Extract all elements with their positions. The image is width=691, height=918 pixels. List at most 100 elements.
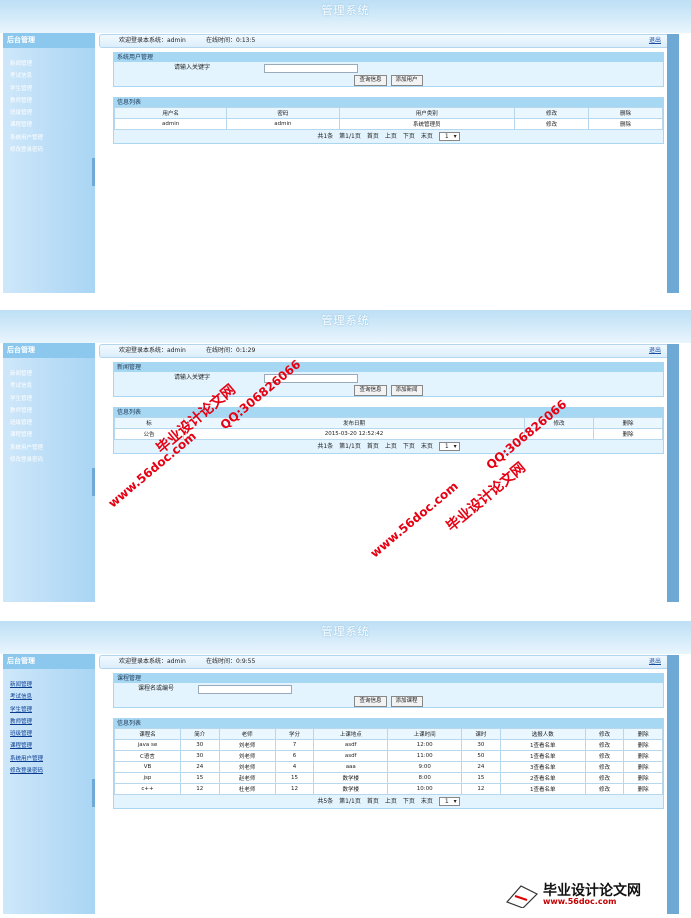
query-button[interactable]: 查询信息 [354, 696, 387, 707]
sidebar-item-news[interactable]: 新闻管理 [3, 368, 95, 380]
delete-link[interactable]: 删除 [623, 750, 663, 762]
delete-link[interactable]: 删除 [623, 761, 663, 773]
view-list-link[interactable]: 1查看名单 [499, 750, 586, 762]
edit-link[interactable]: 修改 [584, 739, 625, 751]
sidebar-item-news[interactable]: 新闻管理 [3, 679, 95, 691]
column-header: 删除 [588, 107, 663, 119]
sidebar-item-classes[interactable]: 班级管理 [3, 107, 95, 119]
table-cell: 杜老师 [218, 783, 276, 795]
sidebar-item-courses[interactable]: 课程管理 [3, 429, 95, 441]
add-button[interactable]: 添加用户 [390, 75, 423, 86]
query-button[interactable]: 查询信息 [354, 385, 387, 396]
right-scrollbar[interactable] [667, 34, 679, 293]
add-button[interactable]: 添加课程 [390, 696, 423, 707]
view-list-link[interactable]: 1查看名单 [499, 739, 586, 751]
sidebar-item-classes[interactable]: 班级管理 [3, 728, 95, 740]
welcome-text: 欢迎登录本系统：admin [119, 37, 186, 44]
table-cell: 10:00 [387, 783, 463, 795]
pager-prev-link[interactable]: 上页 [385, 443, 397, 450]
sidebar-item-teachers[interactable]: 教师管理 [3, 95, 95, 107]
edit-link[interactable]: 修改 [584, 772, 625, 784]
search-input[interactable] [264, 64, 358, 73]
sidebar-item-password[interactable]: 修改登录密码 [3, 144, 95, 156]
pager-next-link[interactable]: 下页 [403, 133, 415, 140]
logout-link[interactable]: 退出 [649, 35, 661, 47]
table-cell: 30 [179, 750, 220, 762]
table-cell: 刘老师 [218, 761, 276, 773]
table-cell: 12 [179, 783, 220, 795]
search-label: 请输入关键字 [174, 64, 211, 71]
edit-link[interactable]: 修改 [584, 750, 625, 762]
sidebar-item-courses[interactable]: 课程管理 [3, 740, 95, 752]
sidebar-item-students[interactable]: 学生管理 [3, 393, 95, 405]
sidebar-collapse-handle[interactable] [92, 158, 95, 186]
page-select[interactable]: 1 ▾ [438, 132, 460, 141]
sidebar-item-courses[interactable]: 课程管理 [3, 119, 95, 131]
data-table: 课程名 简介 老师 学分 上课地点 上课时间 课时 选报人数 修改 删除 java se 30 刘老师… [114, 728, 663, 795]
table-cell: C语言 [114, 750, 181, 762]
sidebar-item-sysusers[interactable]: 系统用户管理 [3, 442, 95, 454]
pager-first-link[interactable]: 首页 [367, 443, 379, 450]
column-header: 学分 [274, 728, 315, 740]
sidebar-item-exam[interactable]: 考试信息 [3, 380, 95, 392]
sidebar-item-students[interactable]: 学生管理 [3, 704, 95, 716]
edit-link[interactable]: 修改 [584, 783, 625, 795]
pager-last-link[interactable]: 末页 [421, 443, 433, 450]
table-row: c++ 12 杜老师 12 数学楼 10:00 12 1查看名单 修改 删除 [114, 783, 663, 795]
delete-link[interactable]: 删除 [588, 118, 663, 130]
page-select[interactable]: 1 ▾ [438, 442, 460, 451]
table-cell: 8:00 [387, 772, 463, 784]
pager-next-link[interactable]: 下页 [403, 798, 415, 805]
column-header: 密码 [226, 107, 340, 119]
sidebar-item-exam[interactable]: 考试信息 [3, 70, 95, 82]
pager-page: 第1/1页 [339, 443, 361, 450]
screen-course-management: 管理系统 后台管理 新闻管理 考试信息 学生管理 教师管理 班级管理 课程管理 … [0, 621, 691, 914]
sidebar-item-classes[interactable]: 班级管理 [3, 417, 95, 429]
sidebar-item-students[interactable]: 学生管理 [3, 83, 95, 95]
edit-link[interactable]: 修改 [514, 118, 590, 130]
sidebar-item-exam[interactable]: 考试信息 [3, 691, 95, 703]
pager-first-link[interactable]: 首页 [367, 133, 379, 140]
logout-link[interactable]: 退出 [649, 656, 661, 668]
query-button[interactable]: 查询信息 [354, 75, 387, 86]
view-list-link[interactable]: 1查看名单 [499, 783, 586, 795]
view-list-link[interactable]: 2查看名单 [499, 772, 586, 784]
sidebar-item-sysusers[interactable]: 系统用户管理 [3, 753, 95, 765]
sidebar-item-password[interactable]: 修改登录密码 [3, 765, 95, 777]
edit-link[interactable]: 修改 [584, 761, 625, 773]
sidebar-item-teachers[interactable]: 教师管理 [3, 405, 95, 417]
sidebar-item-news[interactable]: 新闻管理 [3, 58, 95, 70]
pager-prev-link[interactable]: 上页 [385, 133, 397, 140]
pager-total: 共1条 [317, 133, 334, 140]
table-cell: 4 [274, 761, 315, 773]
table-row: C语言 30 刘老师 6 asdf 11:00 50 1查看名单 修改 删除 [114, 750, 663, 762]
pager-next-link[interactable]: 下页 [403, 443, 415, 450]
delete-link[interactable]: 删除 [623, 783, 663, 795]
column-header: 用户类别 [338, 107, 516, 119]
sidebar-collapse-handle[interactable] [92, 779, 95, 807]
pager-prev-link[interactable]: 上页 [385, 798, 397, 805]
right-scrollbar[interactable] [667, 344, 679, 602]
search-input[interactable] [198, 685, 292, 694]
sidebar-item-sysusers[interactable]: 系统用户管理 [3, 132, 95, 144]
table-row: VB 24 刘老师 4 aaa 9:00 24 3查看名单 修改 删除 [114, 761, 663, 773]
pager-last-link[interactable]: 末页 [421, 133, 433, 140]
main-content: 欢迎登录本系统：admin 在线时间：0:1:29 退出 新闻管理 请输入关键字… [99, 344, 679, 602]
pager-last-link[interactable]: 末页 [421, 798, 433, 805]
delete-link[interactable]: 删除 [593, 428, 663, 440]
sidebar-collapse-handle[interactable] [92, 468, 95, 496]
sidebar-item-teachers[interactable]: 教师管理 [3, 716, 95, 728]
pagination: 共1条 第1/1页 首页 上页 下页 末页 1 ▾ [114, 130, 663, 143]
view-list-link[interactable]: 3查看名单 [499, 761, 586, 773]
delete-link[interactable]: 删除 [623, 772, 663, 784]
info-list: 信息列表 课程名 简介 老师 学分 上课地点 上课时间 课时 选报人数 修改 删除 java se… [113, 718, 664, 809]
welcome-text: 欢迎登录本系统：admin [119, 347, 186, 354]
logout-link[interactable]: 退出 [649, 345, 661, 357]
sidebar-item-password[interactable]: 修改登录密码 [3, 454, 95, 466]
pager-first-link[interactable]: 首页 [367, 798, 379, 805]
add-button[interactable]: 添加新闻 [390, 385, 423, 396]
delete-link[interactable]: 删除 [623, 739, 663, 751]
page-select[interactable]: 1 ▾ [438, 797, 460, 806]
right-scrollbar[interactable] [667, 655, 679, 914]
column-header: 选报人数 [499, 728, 586, 740]
